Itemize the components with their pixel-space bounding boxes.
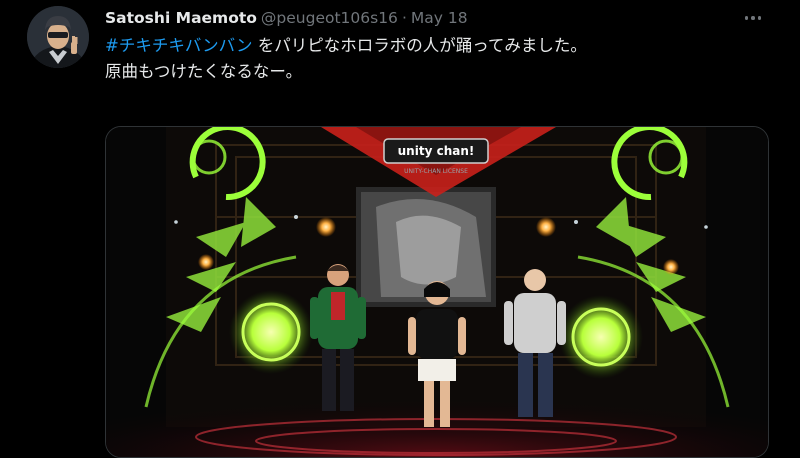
header-separator: ·: [401, 9, 407, 27]
more-horizontal-icon-dot: [757, 16, 762, 20]
avatar-image: [27, 6, 89, 68]
more-horizontal-icon-dot: [751, 16, 755, 20]
author-handle[interactable]: @peugeot106s16: [261, 9, 398, 27]
tweet-text: #チキチキバンバン をパリピなホロラボの人が踊ってみました。 原曲もつけたくなる…: [105, 33, 765, 85]
tweet-date[interactable]: May 18: [411, 9, 468, 27]
author-display-name[interactable]: Satoshi Maemoto: [105, 9, 257, 27]
tweet-media-video[interactable]: unity chan! UNITY-CHAN LICENSE: [105, 126, 769, 458]
stage-scene: unity chan! UNITY-CHAN LICENSE: [106, 127, 768, 457]
more-horizontal-icon: [744, 16, 749, 20]
tweet-header: Satoshi Maemoto @peugeot106s16 · May 18: [105, 6, 468, 30]
stage-sign-subtext: UNITY-CHAN LICENSE: [404, 168, 468, 175]
more-options-button[interactable]: [738, 8, 768, 28]
tweet-text-line-1: #チキチキバンバン をパリピなホロラボの人が踊ってみました。: [105, 33, 765, 59]
tweet-text-body: をパリピなホロラボの人が踊ってみました。: [252, 36, 587, 55]
hashtag-link[interactable]: #チキチキバンバン: [105, 36, 252, 55]
tweet-text-line-2: 原曲もつけたくなるなー。: [105, 62, 303, 81]
stage-sign-text: unity chan!: [398, 144, 475, 158]
tweet: Satoshi Maemoto @peugeot106s16 · May 18 #チキ…: [0, 0, 800, 458]
avatar[interactable]: [27, 6, 89, 68]
